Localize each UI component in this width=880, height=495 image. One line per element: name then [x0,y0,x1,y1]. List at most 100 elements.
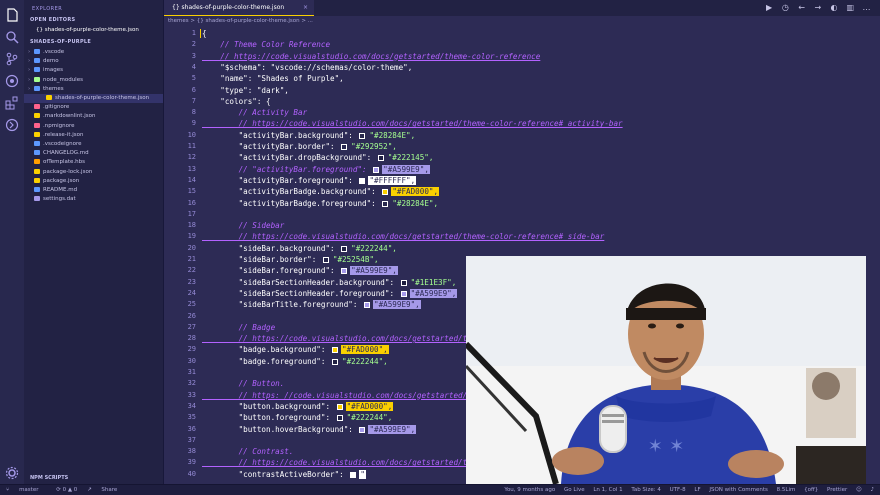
go-back-icon[interactable]: ← [796,2,807,13]
color-swatch[interactable] [341,144,348,150]
code-line[interactable]: "type": "dark", [202,86,289,95]
remote-icon[interactable] [5,118,19,132]
code-line[interactable]: "activityBar.border": "#292952", [202,142,398,151]
code-line[interactable]: "button.foreground": "#222244", [202,413,393,422]
breadcrumb[interactable]: themes > {} shades-of-purple-color-theme… [164,16,880,27]
color-swatch[interactable] [359,132,366,139]
color-swatch[interactable] [341,268,348,275]
code-line[interactable]: "sideBarTitle.foreground": "#A599E9", [202,300,421,310]
color-swatch[interactable] [377,155,384,162]
code-line[interactable]: "sideBar.border": "#25254B", [202,255,380,264]
folder-item[interactable]: › .vscode [24,48,163,57]
sync-indicator[interactable]: ⟳ 0 ▲ 0 [56,487,77,493]
code-line[interactable]: "$schema": "vscode://schemas/color-theme… [202,63,412,72]
code-line[interactable]: { [202,29,207,38]
cursor-position[interactable]: Ln 1, Col 1 [593,487,622,493]
color-swatch[interactable] [336,403,343,410]
go-live-button[interactable]: Go Live [564,487,585,493]
language-mode[interactable]: JSON with Comments [709,487,768,493]
code-line[interactable]: // https://code.visualstudio.com/docs/ge… [202,232,605,241]
close-icon[interactable]: × [303,0,308,16]
color-swatch[interactable] [382,189,389,196]
file-item[interactable]: package-lock.json [24,168,163,177]
notifications-icon[interactable]: ♪ [870,487,874,493]
source-control-icon[interactable] [5,52,19,66]
color-swatch[interactable] [382,200,389,207]
file-item[interactable]: shades-of-purple-color-theme.json [24,94,163,103]
code-line[interactable]: "activityBarBadge.background": "#FAD000"… [202,187,440,197]
go-forward-icon[interactable]: → [812,2,823,13]
code-line[interactable]: // Contrast. [202,447,294,456]
folder-item[interactable]: › themes [24,85,163,94]
files-icon[interactable] [5,8,19,22]
code-line[interactable]: // https: //code.visualstudio.com/docs/g… [202,391,468,400]
folder-item[interactable]: › node_modules [24,76,163,85]
git-blame[interactable]: You, 9 months ago [504,487,555,493]
more-actions-icon[interactable]: … [861,2,872,13]
code-line[interactable]: // Button. [202,379,285,388]
code-line[interactable]: // https://code.visualstudio.com/docs/ge… [202,119,623,128]
color-swatch[interactable] [359,177,366,184]
open-editors-header[interactable]: OPEN EDITORS [30,17,75,23]
tab-size[interactable]: Tab Size: 4 [631,487,660,493]
code-line[interactable]: // https://code.visualstudio.com/docs/ge… [202,52,540,61]
code-line[interactable]: // https://code.visualstudio.com/docs/ge… [202,458,468,467]
code-line[interactable]: "activityBarBadge.foreground": "#28284E"… [202,199,439,208]
code-line[interactable]: // https://code.visualstudio.com/docs/ge… [202,334,468,343]
code-line[interactable]: "button.hoverBackground": "#A599E9", [202,424,417,434]
prettier-status[interactable]: Prettier [827,487,847,493]
color-swatch[interactable] [350,471,357,478]
folder-item[interactable]: › images [24,66,163,75]
split-editor-icon[interactable]: ▥ [845,2,856,13]
run-icon[interactable]: ▶ [764,2,775,13]
branch-indicator[interactable]: ⑂ master [6,487,46,493]
color-swatch[interactable] [373,166,380,173]
color-swatch[interactable] [359,426,366,433]
extensions-icon[interactable] [5,96,19,110]
search-icon[interactable] [5,30,19,44]
code-line[interactable]: "button.background": "#FAD000", [202,401,394,411]
color-swatch[interactable] [332,347,339,354]
code-line[interactable]: // Sidebar [202,221,285,230]
file-item[interactable]: .vscodeignore [24,140,163,149]
file-item[interactable]: ofTemplate.hbs [24,158,163,167]
code-line[interactable]: "colors": { [202,97,270,106]
code-line[interactable]: "contrastActiveBorder": " [202,469,366,479]
file-item[interactable]: .npmignore [24,122,163,131]
code-line[interactable]: // "activityBar.foreground": "#A599E9", [202,164,430,174]
file-item[interactable]: settings.dat [24,195,163,204]
encoding[interactable]: UTF-8 [670,487,686,493]
file-item[interactable]: CHANGELOG.md [24,149,163,158]
code-line[interactable]: "sideBarSectionHeader.background": "#1E1… [202,278,457,287]
code-line[interactable]: "badge.foreground": "#222244", [202,357,389,366]
color-swatch[interactable] [400,279,407,286]
color-swatch[interactable] [332,358,339,365]
color-swatch[interactable] [322,257,329,263]
open-preview-icon[interactable]: ◐ [829,2,840,13]
history-icon[interactable]: ◷ [780,2,791,13]
file-item[interactable]: .release-it.json [24,131,163,140]
code-line[interactable]: // Activity Bar [202,108,308,117]
code-line[interactable]: "sideBar.foreground": "#A599E9", [202,266,398,276]
code-line[interactable]: "activityBar.background": "#28284E", [202,131,416,140]
file-item[interactable]: .gitignore [24,103,163,112]
file-item[interactable]: package.json [24,177,163,186]
code-line[interactable]: // Badge [202,323,276,332]
color-swatch[interactable] [364,302,371,309]
prettier-ext[interactable]: {off} [804,487,818,493]
tab-theme-json[interactable]: {} shades-of-purple-color-theme.json × [164,0,314,16]
code-line[interactable]: // Theme Color Reference [202,40,330,49]
code-line[interactable]: "badge.background": "#FAD000", [202,345,389,355]
code-line[interactable]: "activityBar.dropBackground": "#222145", [202,153,434,162]
file-item[interactable]: .markdownlint.json [24,112,163,121]
file-item[interactable]: README.md [24,186,163,195]
debug-icon[interactable] [5,74,19,88]
project-folder-header[interactable]: SHADES-OF-PURPLE [30,39,91,45]
color-swatch[interactable] [341,245,348,252]
code-line[interactable]: "sideBar.background": "#222244", [202,244,398,253]
end-of-line[interactable]: LF [694,487,700,493]
color-swatch[interactable] [336,415,343,422]
color-swatch[interactable] [400,290,407,297]
open-editor-item[interactable]: {} shades-of-purple-color-theme.json [24,26,163,35]
folder-item[interactable]: › demo [24,57,163,66]
